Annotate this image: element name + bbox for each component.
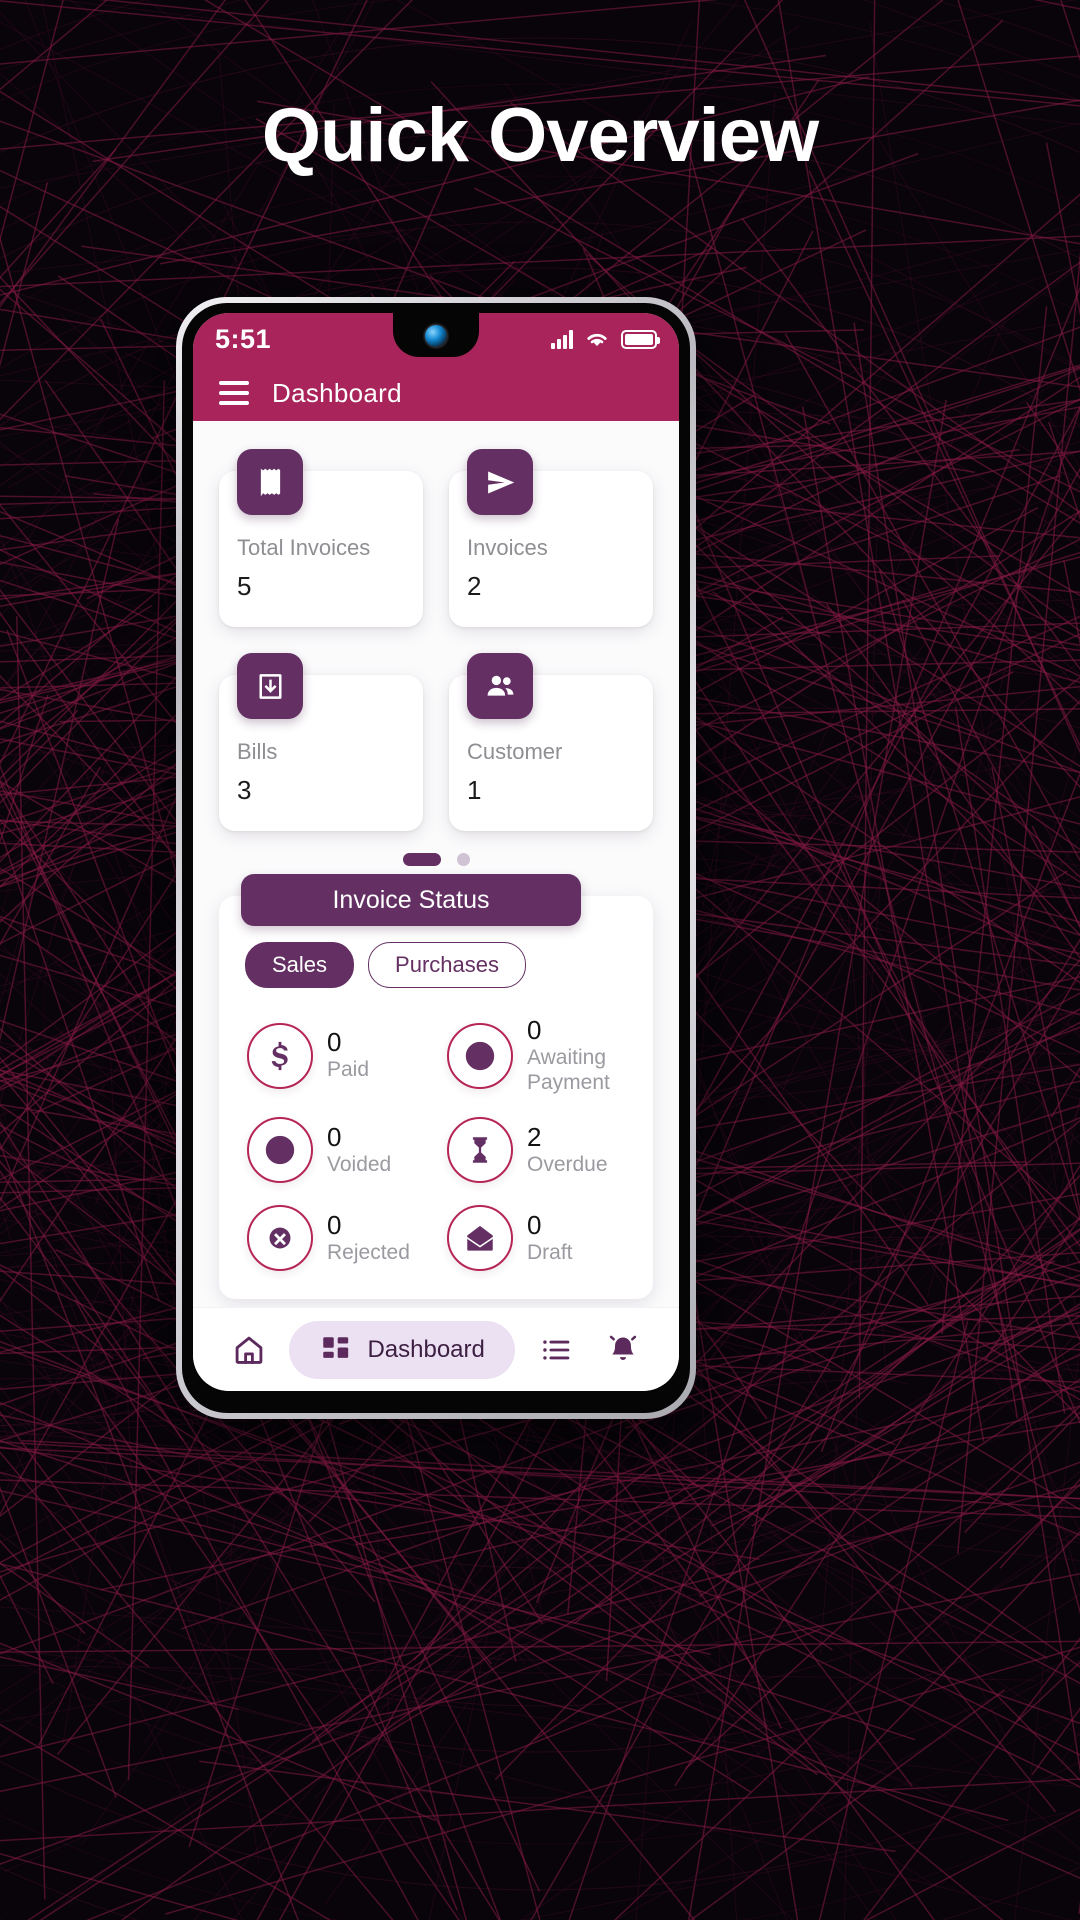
tab-sales[interactable]: Sales <box>245 942 355 988</box>
stat-card-label: Invoices <box>467 535 548 560</box>
hourglass-icon <box>447 1117 513 1184</box>
nav-item-label: Dashboard <box>367 1335 485 1363</box>
dashboard-content: Total Invoices 5 Invoices 2 Bills 3 Cust… <box>193 421 679 1307</box>
invoice-status-title: Invoice Status <box>241 874 581 926</box>
people-icon <box>467 653 533 719</box>
envelope-icon <box>447 1205 513 1272</box>
status-item-voided[interactable]: 0 Voided <box>239 1113 433 1187</box>
status-text: 0 Paid <box>327 1027 370 1083</box>
status-text: 0 Rejected <box>327 1210 410 1266</box>
app-bar-title: Dashboard <box>272 377 402 408</box>
status-count: 0 <box>327 1210 342 1241</box>
phone-bezel: 5:51 Dashboard Total Invoices 5 Invoices… <box>182 303 690 1413</box>
status-count: 0 <box>527 1015 542 1045</box>
status-count: 0 <box>327 1122 342 1153</box>
stat-card-bills[interactable]: Bills 3 <box>219 653 423 831</box>
stat-card-value: 2 <box>467 571 482 601</box>
invoice-status-grid: 0 Paid 0 Awaiting Payment 0 Voided 2 Ove… <box>235 998 637 1279</box>
battery-icon <box>621 329 660 349</box>
status-bar: 5:51 <box>193 313 679 365</box>
grid-icon <box>323 1336 349 1358</box>
clock-icon <box>447 1022 513 1089</box>
download-icon <box>237 653 303 719</box>
status-time: 5:51 <box>215 323 272 354</box>
pager-dots[interactable] <box>193 831 679 872</box>
stat-card-value: 3 <box>237 775 252 805</box>
x-circle-icon <box>247 1205 313 1272</box>
invoice-status-section: Invoice Status Sales Purchases 0 Paid 0 … <box>193 872 679 1300</box>
phone-frame: 5:51 Dashboard Total Invoices 5 Invoices… <box>176 297 696 1419</box>
stat-card-customer[interactable]: Customer 1 <box>449 653 653 831</box>
status-name: Voided <box>327 1152 392 1176</box>
status-text: 0 Awaiting Payment <box>527 1015 625 1095</box>
invoice-status-panel: Invoice Status Sales Purchases 0 Paid 0 … <box>219 874 653 1300</box>
status-text: 0 Draft <box>527 1210 573 1266</box>
status-item-rejected[interactable]: 0 Rejected <box>239 1201 433 1275</box>
bottom-navigation: Dashboard <box>193 1307 679 1391</box>
send-icon <box>467 449 533 515</box>
status-text: 0 Voided <box>327 1122 392 1178</box>
stat-card-label: Customer <box>467 739 563 764</box>
nav-item-notifications[interactable] <box>596 1323 650 1377</box>
status-name: Awaiting Payment <box>527 1045 610 1094</box>
wifi-icon <box>587 333 607 347</box>
stat-card-value: 5 <box>237 571 252 601</box>
dollar-icon <box>247 1022 313 1089</box>
hamburger-icon[interactable] <box>219 381 249 405</box>
status-name: Paid <box>327 1058 370 1082</box>
status-item-overdue[interactable]: 2 Overdue <box>439 1113 633 1187</box>
stat-card-label: Bills <box>237 739 278 764</box>
stat-card-value: 1 <box>467 775 482 805</box>
page-title: Quick Overview <box>261 93 819 178</box>
stat-card-grid: Total Invoices 5 Invoices 2 Bills 3 Cust… <box>193 421 679 831</box>
status-item-draft[interactable]: 0 Draft <box>439 1201 633 1275</box>
status-count: 0 <box>327 1027 342 1058</box>
status-icon-group <box>551 329 660 349</box>
bell-icon <box>609 1335 637 1360</box>
status-item-paid[interactable]: 0 Paid <box>239 1012 433 1099</box>
pager-dot[interactable] <box>456 853 470 866</box>
status-name: Draft <box>527 1240 573 1264</box>
phone-screen: 5:51 Dashboard Total Invoices 5 Invoices… <box>193 313 679 1391</box>
receipt-icon <box>237 449 303 515</box>
signal-icon <box>551 329 573 349</box>
pager-dot-active[interactable] <box>402 853 441 866</box>
home-icon <box>235 1336 263 1364</box>
stat-card-invoices[interactable]: Invoices 2 <box>449 449 653 627</box>
status-name: Overdue <box>527 1152 608 1176</box>
blocked-icon <box>247 1117 313 1184</box>
tab-purchases[interactable]: Purchases <box>368 942 526 988</box>
status-item-awaiting-payment[interactable]: 0 Awaiting Payment <box>439 1012 633 1099</box>
nav-item-dashboard[interactable]: Dashboard <box>289 1320 515 1379</box>
front-camera-icon <box>425 325 447 347</box>
status-name: Rejected <box>327 1240 410 1264</box>
notch <box>393 313 479 357</box>
stat-card-total-invoices[interactable]: Total Invoices 5 <box>219 449 423 627</box>
status-count: 0 <box>527 1210 542 1241</box>
status-count: 2 <box>527 1122 542 1153</box>
nav-item-home[interactable] <box>222 1323 276 1377</box>
app-bar: Dashboard <box>193 365 679 421</box>
invoice-status-tabs: Sales Purchases <box>235 942 637 998</box>
status-text: 2 Overdue <box>527 1122 608 1178</box>
list-icon <box>542 1339 569 1360</box>
stat-card-label: Total Invoices <box>237 535 371 560</box>
nav-item-list[interactable] <box>529 1323 583 1377</box>
